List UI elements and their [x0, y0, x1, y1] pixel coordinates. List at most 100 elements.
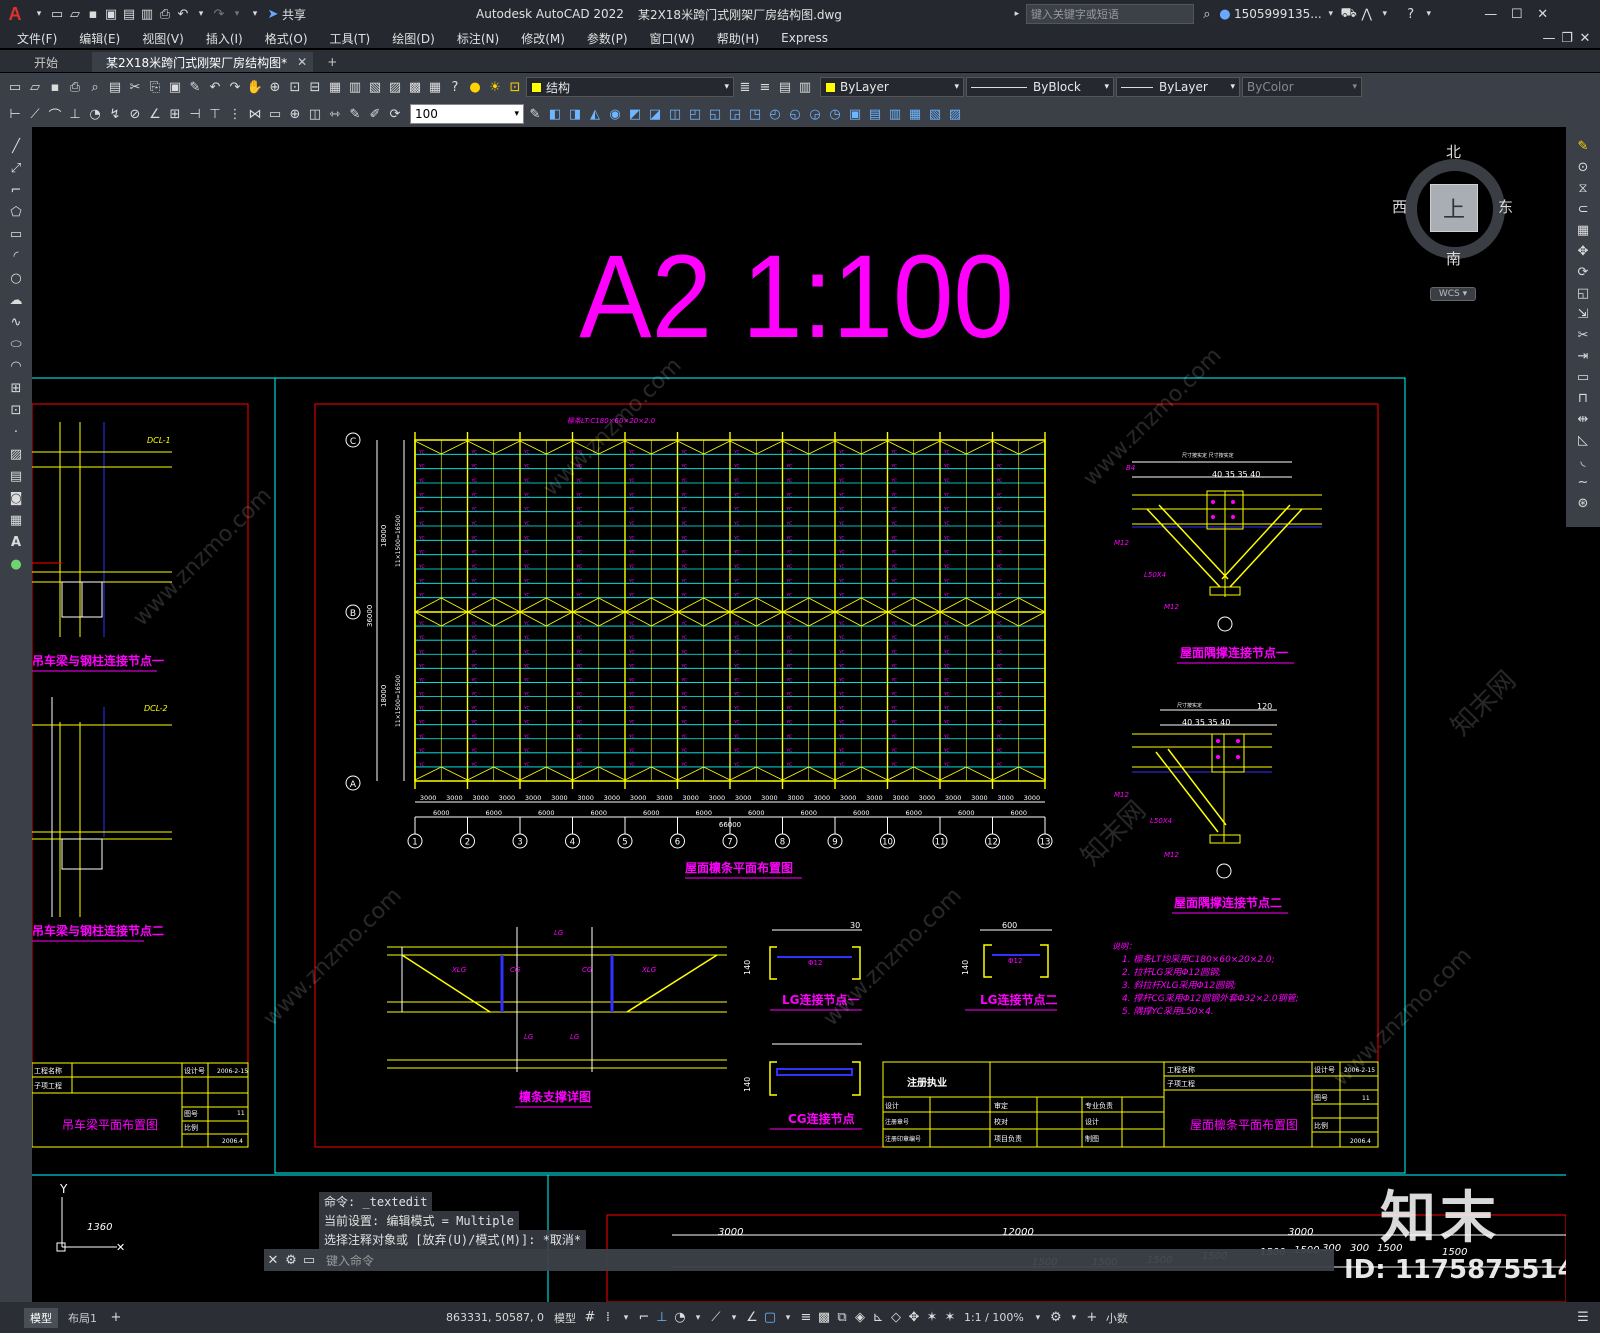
- zoom-previous-icon[interactable]: ⊟: [306, 78, 324, 96]
- match-prop-icon[interactable]: ✎: [186, 78, 204, 96]
- save-icon[interactable]: ▪: [84, 5, 102, 23]
- app-logo[interactable]: A: [0, 0, 30, 28]
- polar-icon[interactable]: ◔: [671, 1309, 689, 1327]
- flatshot-icon[interactable]: ◵: [786, 105, 804, 123]
- menu-insert[interactable]: 插入(I): [195, 30, 254, 47]
- tab-close-icon[interactable]: ✕: [297, 55, 307, 69]
- help-dropdown-icon[interactable]: ▾: [1420, 5, 1438, 23]
- trim-icon[interactable]: ✂: [1574, 326, 1592, 344]
- viewcube-north[interactable]: 北: [1446, 141, 1461, 162]
- explode-icon[interactable]: ⊛: [1574, 494, 1592, 512]
- user-icon[interactable]: ●: [1216, 5, 1234, 23]
- blend-icon[interactable]: ∼: [1574, 473, 1592, 491]
- osnap-tracking-icon[interactable]: ∠: [743, 1309, 761, 1327]
- offset-face-icon[interactable]: ▨: [946, 105, 964, 123]
- tab-start[interactable]: 开始: [0, 52, 92, 72]
- web-open-icon[interactable]: ▤: [120, 5, 138, 23]
- cart-icon[interactable]: ⛟: [1340, 5, 1358, 23]
- minimize-icon[interactable]: —: [1482, 5, 1500, 23]
- cut-icon[interactable]: ✂: [126, 78, 144, 96]
- region-icon[interactable]: ◙: [7, 489, 25, 507]
- redo-icon[interactable]: ↷: [210, 5, 228, 23]
- command-close-icon[interactable]: ✕: [264, 1251, 282, 1269]
- workspace-icon[interactable]: ⚙: [1047, 1309, 1065, 1327]
- mirror-icon[interactable]: ⧖: [1574, 179, 1592, 197]
- selection-cycling-icon[interactable]: ⧉: [833, 1309, 851, 1327]
- point-icon[interactable]: ·: [7, 423, 25, 441]
- continue-icon[interactable]: ⊤: [206, 105, 224, 123]
- auto-scale-icon[interactable]: ✶: [941, 1309, 959, 1327]
- command-input[interactable]: 键入命令: [326, 1252, 374, 1269]
- undo-toolbar-icon[interactable]: ↶: [206, 78, 224, 96]
- layout-tab-layout1[interactable]: 布局1: [58, 1308, 107, 1328]
- properties-icon[interactable]: ▦: [326, 78, 344, 96]
- command-settings-icon[interactable]: ⚙: [282, 1251, 300, 1269]
- circle-icon[interactable]: ○: [7, 269, 25, 287]
- web-save-icon[interactable]: ▥: [138, 5, 156, 23]
- union-icon[interactable]: ◫: [666, 105, 684, 123]
- inspect-icon[interactable]: ◫: [306, 105, 324, 123]
- revolve-icon[interactable]: ◪: [646, 105, 664, 123]
- isodraft-icon[interactable]: ⟋: [707, 1309, 725, 1327]
- new-tab-button[interactable]: +: [313, 52, 351, 72]
- move-icon[interactable]: ✥: [1574, 242, 1592, 260]
- linetype-dropdown[interactable]: ByBlock ▾: [966, 77, 1114, 97]
- break-icon[interactable]: ⊓: [1574, 389, 1592, 407]
- model-space-toggle[interactable]: 模型: [549, 1310, 581, 1326]
- aligned-dim-icon[interactable]: ⟋: [26, 105, 44, 123]
- menu-dimension[interactable]: 标注(N): [446, 30, 510, 47]
- interfere-icon[interactable]: ◴: [766, 105, 784, 123]
- drawing-svg[interactable]: A2 1:100 DCL-1 吊车梁与钢柱连接节点一 DCL-2 吊车梁与钢柱连…: [32, 127, 1566, 1302]
- gizmo-icon[interactable]: ✥: [905, 1309, 923, 1327]
- undo-dropdown-icon[interactable]: ▾: [192, 5, 210, 23]
- annotation-visibility-icon[interactable]: ✶: [923, 1309, 941, 1327]
- make-block-icon[interactable]: ⊡: [7, 401, 25, 419]
- doc-close-icon[interactable]: ✕: [1576, 29, 1594, 47]
- infer-icon[interactable]: ⌐: [635, 1309, 653, 1327]
- command-line[interactable]: ✕ ⚙ ▭ 键入命令: [264, 1249, 1334, 1271]
- menu-edit[interactable]: 编辑(E): [68, 30, 131, 47]
- dropdown-icon[interactable]: ▾: [30, 5, 48, 23]
- cone-icon[interactable]: ◭: [586, 105, 604, 123]
- sphere-icon[interactable]: ◉: [606, 105, 624, 123]
- viewcube[interactable]: 上 北 南 东 西 WCS ▾: [1392, 143, 1513, 301]
- arc-icon[interactable]: ◜: [7, 247, 25, 265]
- transparency-icon[interactable]: ▩: [815, 1309, 833, 1327]
- thicken-icon[interactable]: ◶: [806, 105, 824, 123]
- markup-icon[interactable]: ▩: [406, 78, 424, 96]
- zoom-window-icon[interactable]: ⊡: [286, 78, 304, 96]
- customize-icon[interactable]: ▾: [246, 5, 264, 23]
- jogged-icon[interactable]: ↯: [106, 105, 124, 123]
- a360-dropdown-icon[interactable]: ▾: [1376, 5, 1394, 23]
- quick-dim-icon[interactable]: ⊞: [166, 105, 184, 123]
- check-icon[interactable]: ▥: [886, 105, 904, 123]
- paste-icon[interactable]: ▣: [166, 78, 184, 96]
- fillet-icon[interactable]: ◟: [1574, 452, 1592, 470]
- slice-icon[interactable]: ◲: [726, 105, 744, 123]
- redo-dropdown-icon[interactable]: ▾: [228, 5, 246, 23]
- polyline-icon[interactable]: ⌐: [7, 181, 25, 199]
- design-center-icon[interactable]: ▥: [346, 78, 364, 96]
- lineweight-dropdown[interactable]: ByLayer ▾: [1116, 77, 1240, 97]
- menu-format[interactable]: 格式(O): [254, 30, 319, 47]
- menu-help[interactable]: 帮助(H): [706, 30, 770, 47]
- make-current-icon[interactable]: ▥: [796, 78, 814, 96]
- command-prompt-icon[interactable]: ▭: [300, 1251, 318, 1269]
- hatch-icon[interactable]: ▨: [7, 445, 25, 463]
- maximize-icon[interactable]: ☐: [1508, 5, 1526, 23]
- units-display[interactable]: 小数: [1101, 1310, 1133, 1326]
- copy-object-icon[interactable]: ⊙: [1574, 158, 1592, 176]
- tolerance-icon[interactable]: ▭: [266, 105, 284, 123]
- new-file-icon[interactable]: ▭: [48, 5, 66, 23]
- coordinates[interactable]: 863331, 50587, 0: [441, 1311, 549, 1324]
- subtract-icon[interactable]: ◰: [686, 105, 704, 123]
- tool-palettes-icon[interactable]: ▧: [366, 78, 384, 96]
- zoom-realtime-icon[interactable]: ⊕: [266, 78, 284, 96]
- plot-icon[interactable]: ⎙: [66, 78, 84, 96]
- dim-scale-dropdown[interactable]: 100 ▾: [410, 104, 524, 124]
- search-icon[interactable]: ⌕: [1198, 5, 1216, 23]
- center-mark-icon[interactable]: ⊕: [286, 105, 304, 123]
- dim-space-icon[interactable]: ⋮: [226, 105, 244, 123]
- menu-draw[interactable]: 绘图(D): [381, 30, 446, 47]
- search-expand-icon[interactable]: ▸: [1008, 5, 1026, 23]
